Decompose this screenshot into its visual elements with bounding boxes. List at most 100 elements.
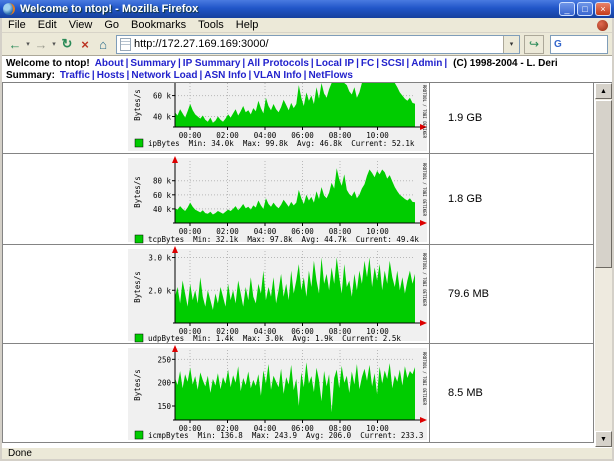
nav-link-local-ip[interactable]: Local IP — [316, 58, 354, 69]
menu-go[interactable]: Go — [98, 19, 125, 31]
page-title: Welcome to ntop! — [6, 58, 90, 69]
menu-tools[interactable]: Tools — [192, 19, 230, 31]
go-button[interactable]: ↪ — [524, 35, 544, 54]
scroll-up-button[interactable]: ▲ — [595, 83, 612, 99]
menu-help[interactable]: Help — [230, 19, 265, 31]
total-icmpBytes: 8.5 MB — [429, 344, 593, 442]
menu-view[interactable]: View — [63, 19, 99, 31]
legend-text: ipBytes Min: 34.0k Max: 99.8k Avg: 46.8k… — [148, 139, 415, 148]
y-tick-label: 60 k — [153, 92, 172, 101]
separator: | — [442, 58, 449, 69]
home-button[interactable]: ⌂ — [94, 37, 112, 52]
header-frame: Welcome to ntop!About|Summary|IP Summary… — [2, 56, 612, 83]
total-ipBytes: 1.9 GB — [429, 83, 593, 153]
rrdtool-signature: RRDTOOL / TOBI OETIKER — [422, 85, 427, 139]
title-bar: Welcome to ntop! - Mozilla Firefox _ □ × — [0, 0, 614, 18]
y-tick-label: 40 k — [153, 113, 172, 122]
navigation-toolbar: ← ▾ → ▾ ↻ × ⌂ ▾ ↪ G — [2, 33, 612, 56]
window-title: Welcome to ntop! - Mozilla Firefox — [20, 3, 559, 15]
copyright: (C) 1998-2004 - L. Deri — [453, 58, 558, 69]
search-box: G — [550, 35, 608, 54]
nav-link-summary[interactable]: Summary — [130, 58, 176, 69]
search-engine-icon: G — [551, 39, 565, 50]
menu-file[interactable]: File — [2, 19, 32, 31]
y-tick-label: 3.0 k — [148, 254, 171, 263]
y-axis-label: Bytes/s — [133, 176, 142, 208]
nav-link-hosts[interactable]: Hosts — [97, 70, 125, 81]
rrdtool-signature: RRDTOOL / TOBI OETIKER — [422, 163, 427, 217]
stop-button[interactable]: × — [76, 37, 94, 52]
y-tick-label: 60 k — [153, 191, 172, 200]
nav-link-netflows[interactable]: NetFlows — [308, 70, 352, 81]
y-tick-label: 150 — [157, 402, 171, 411]
rrdtool-signature: RRDTOOL / TOBI OETIKER — [422, 253, 427, 307]
page-icon — [120, 38, 131, 51]
rrdtool-signature: RRDTOOL / TOBI OETIKER — [422, 352, 427, 406]
rrd-graph-tcpBytes: 40 k60 k80 k00:0002:0004:0006:0008:0010:… — [3, 154, 429, 244]
rrd-graph-icmpBytes: 15020025000:0002:0004:0006:0008:0010:00B… — [3, 344, 429, 442]
nav-link-vlan-info[interactable]: VLAN Info — [253, 70, 301, 81]
legend-swatch-icon — [135, 431, 143, 439]
summary-links: Traffic|Hosts|Network Load|ASN Info|VLAN… — [60, 70, 353, 81]
menu-bookmarks[interactable]: Bookmarks — [125, 19, 192, 31]
maximize-button[interactable]: □ — [577, 2, 593, 16]
menu-bar: FileEditViewGoBookmarksToolsHelp — [2, 18, 612, 33]
minimize-button[interactable]: _ — [559, 2, 575, 16]
browser-window: Welcome to ntop! - Mozilla Firefox _ □ ×… — [0, 0, 614, 461]
y-axis-label: Bytes/s — [133, 369, 142, 401]
separator: | — [309, 58, 316, 69]
menu-edit[interactable]: Edit — [32, 19, 63, 31]
nav-link-about[interactable]: About — [95, 58, 124, 69]
nav-link-admin[interactable]: Admin — [411, 58, 442, 69]
url-input[interactable] — [134, 37, 503, 52]
forward-dropdown-icon[interactable]: ▾ — [50, 40, 58, 48]
total-tcpBytes: 1.8 GB — [429, 154, 593, 244]
header-line-1: Welcome to ntop!About|Summary|IP Summary… — [6, 58, 558, 69]
nav-link-traffic[interactable]: Traffic — [60, 70, 90, 81]
y-tick-label: 80 k — [153, 177, 172, 186]
close-button[interactable]: × — [595, 2, 611, 16]
nav-link-fc[interactable]: FC — [361, 58, 374, 69]
separator: | — [90, 70, 97, 81]
nav-link-network-load[interactable]: Network Load — [131, 70, 197, 81]
legend-swatch-icon — [135, 139, 143, 147]
separator: | — [176, 58, 183, 69]
header-line-2: Summary:Traffic|Hosts|Network Load|ASN I… — [6, 70, 353, 81]
legend-text: icmpBytes Min: 136.8 Max: 243.9 Avg: 206… — [148, 431, 423, 440]
vertical-scrollbar[interactable]: ▲ ▼ — [595, 83, 612, 447]
url-dropdown-icon[interactable]: ▾ — [503, 36, 519, 53]
header-links: About|Summary|IP Summary|All Protocols|L… — [95, 58, 449, 69]
summary-label: Summary: — [6, 70, 55, 81]
legend-swatch-icon — [135, 235, 143, 243]
scroll-down-button[interactable]: ▼ — [595, 431, 612, 447]
legend-text: tcpBytes Min: 32.1k Max: 97.8k Avg: 44.7… — [148, 235, 419, 244]
reload-button[interactable]: ↻ — [58, 36, 76, 52]
y-axis-label: Bytes/s — [133, 271, 142, 303]
rrd-graph-udpBytes: 2.0 k3.0 k00:0002:0004:0006:0008:0010:00… — [3, 245, 429, 343]
total-udpBytes: 79.6 MB — [429, 245, 593, 343]
content-frame: 40 k60 k00:0002:0004:0006:0008:0010:00By… — [2, 83, 612, 447]
nav-link-scsi[interactable]: SCSI — [381, 58, 404, 69]
scroll-thumb[interactable] — [595, 100, 612, 268]
y-tick-label: 40 k — [153, 205, 172, 214]
y-tick-label: 250 — [157, 355, 171, 364]
graph-table: 40 k60 k00:0002:0004:0006:0008:0010:00By… — [2, 83, 595, 447]
search-input[interactable] — [565, 37, 595, 51]
menu-bar-items: FileEditViewGoBookmarksToolsHelp — [2, 19, 264, 31]
nav-link-all-protocols[interactable]: All Protocols — [247, 58, 309, 69]
forward-button[interactable]: → — [32, 37, 50, 52]
y-tick-label: 200 — [157, 379, 171, 388]
throbber-icon — [597, 20, 608, 31]
nav-link-asn-info[interactable]: ASN Info — [204, 70, 246, 81]
nav-link-ip-summary[interactable]: IP Summary — [183, 58, 241, 69]
back-button[interactable]: ← — [6, 37, 24, 52]
back-dropdown-icon[interactable]: ▾ — [24, 40, 32, 48]
graph-row-icmpBytes: 15020025000:0002:0004:0006:0008:0010:00B… — [2, 344, 594, 443]
y-tick-label: 2.0 k — [148, 286, 171, 295]
graph-row-udpBytes: 2.0 k3.0 k00:0002:0004:0006:0008:0010:00… — [2, 245, 594, 344]
legend-text: udpBytes Min: 1.4k Max: 3.0k Avg: 1.9k C… — [148, 334, 401, 343]
status-bar: Done — [2, 447, 612, 459]
url-bar: ▾ — [116, 35, 520, 54]
firefox-icon — [3, 3, 15, 15]
rrd-graph-ipBytes: 40 k60 k00:0002:0004:0006:0008:0010:00By… — [3, 83, 429, 153]
